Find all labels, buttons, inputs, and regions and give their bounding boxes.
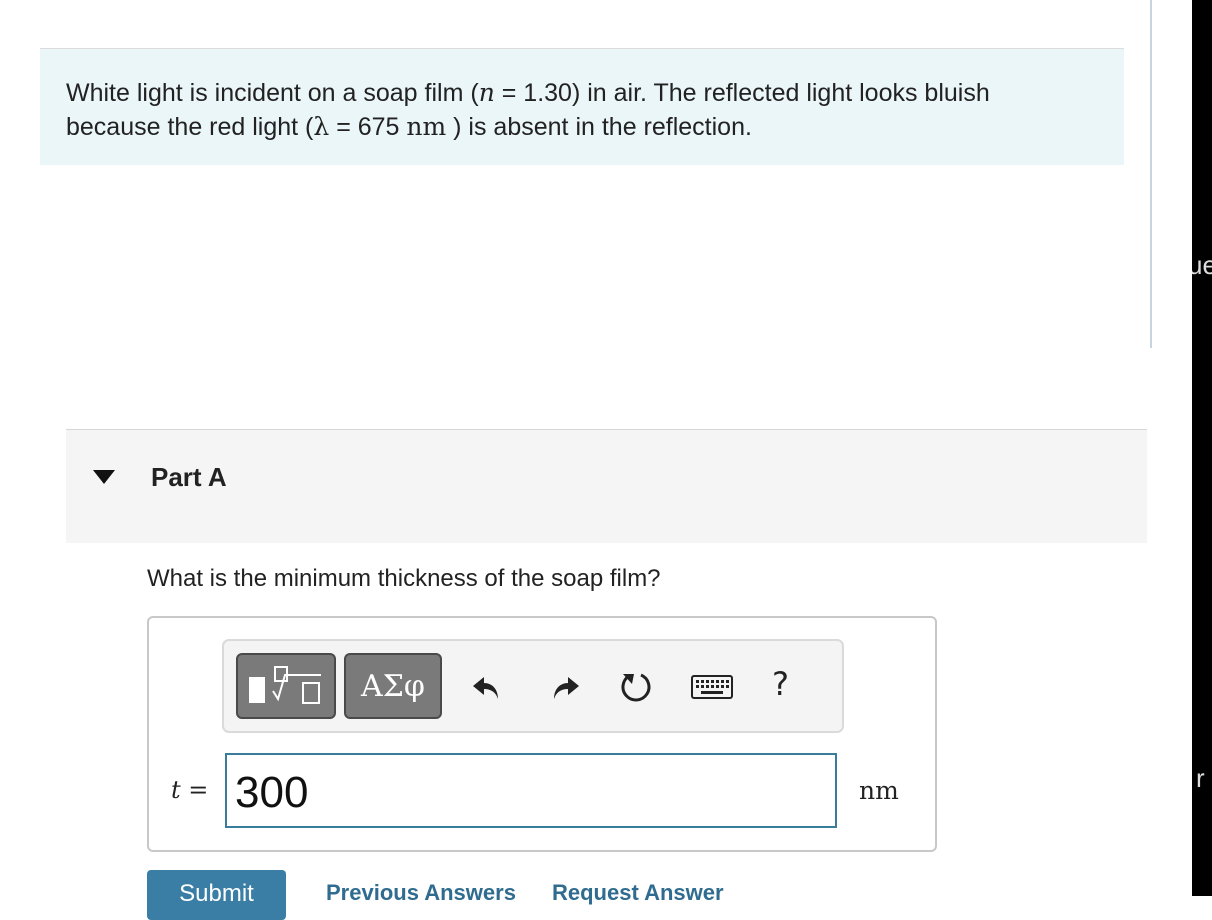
templates-button[interactable] xyxy=(236,653,336,719)
answer-unit: nm xyxy=(859,776,899,805)
symbols-button[interactable]: ΑΣφ xyxy=(344,653,442,719)
undo-icon[interactable] xyxy=(468,669,504,705)
variable-label: t = xyxy=(171,776,209,804)
wavelength-unit: nm xyxy=(406,112,447,141)
n-symbol: n xyxy=(478,78,495,107)
answer-input[interactable] xyxy=(225,753,837,828)
part-title: Part A xyxy=(151,462,227,492)
reset-icon[interactable] xyxy=(618,669,654,705)
panel-divider xyxy=(1150,0,1152,348)
answer-box: ΑΣφ ? t = 300 nm xyxy=(147,616,937,852)
redo-icon[interactable] xyxy=(548,669,584,705)
math-toolbar: ΑΣφ ? xyxy=(222,639,844,733)
collapse-triangle-icon[interactable] xyxy=(93,470,115,484)
request-answer-link[interactable]: Request Answer xyxy=(552,880,724,906)
submit-button[interactable]: Submit xyxy=(147,870,286,920)
keyboard-icon[interactable] xyxy=(690,669,734,705)
part-a-header[interactable]: Part A xyxy=(66,429,1147,543)
question-text: What is the minimum thickness of the soa… xyxy=(147,565,661,592)
problem-text: White light is incident on a soap film (… xyxy=(66,78,990,141)
templates-icon xyxy=(249,666,321,704)
previous-answers-link[interactable]: Previous Answers xyxy=(326,880,516,906)
help-button[interactable]: ? xyxy=(772,665,789,703)
lambda-symbol: λ xyxy=(313,112,330,141)
problem-statement: White light is incident on a soap film (… xyxy=(40,48,1124,165)
side-panel: ue r xyxy=(1192,0,1212,896)
side-fragment-2: r xyxy=(1196,763,1205,793)
side-fragment-1: ue xyxy=(1192,250,1212,280)
